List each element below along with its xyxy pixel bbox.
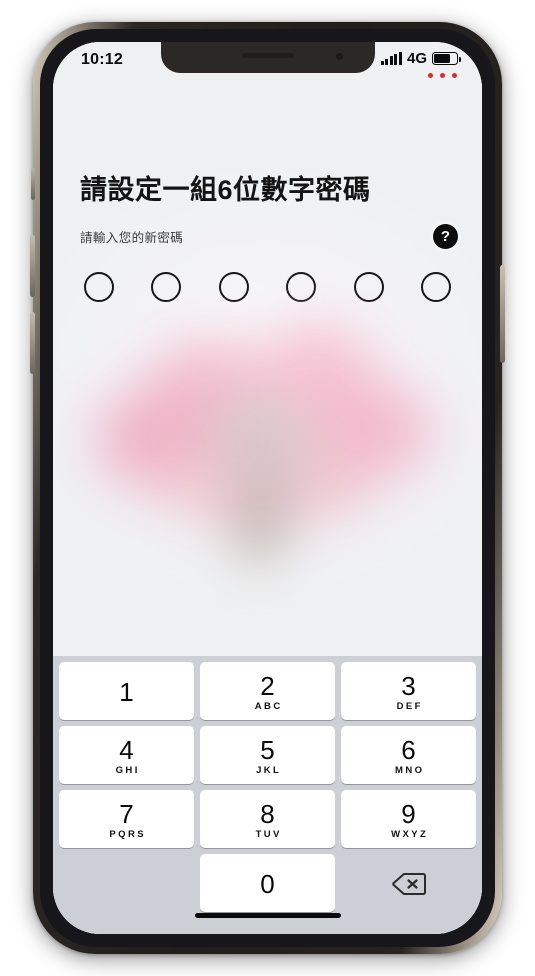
key-blank	[59, 854, 194, 912]
status-bar-time: 10:12	[81, 51, 123, 68]
key-digit: 2	[260, 671, 275, 701]
key-digit: 3	[401, 671, 416, 701]
network-type-label: 4G	[406, 50, 427, 67]
phone-frame: 10:12 4G 請設定一組6位數字密碼 請輸入您的新密碼 ? 1 2 ABC …	[30, 22, 505, 954]
numeric-keypad: 1 2 ABC 3 DEF 4 GHI 5 JKL 6 MNO 7 PQRS 8…	[53, 656, 482, 934]
key-letters: WXYZ	[391, 829, 429, 840]
power-button[interactable]	[500, 265, 505, 363]
pin-entry-dots[interactable]	[84, 272, 451, 302]
keypad-row: 7 PQRS 8 TUV 9 WXYZ	[56, 790, 479, 848]
key-5[interactable]: 5 JKL	[200, 726, 335, 784]
key-digit: 0	[260, 869, 275, 899]
page-title: 請設定一組6位數字密碼	[80, 175, 371, 205]
key-letters: JKL	[256, 765, 282, 776]
battery-icon	[432, 52, 461, 65]
help-icon[interactable]: ?	[433, 224, 458, 249]
earpiece-speaker	[241, 53, 294, 58]
key-digit: 5	[260, 735, 275, 765]
key-letters: GHI	[115, 765, 140, 776]
page-subtitle: 請輸入您的新密碼	[80, 231, 184, 245]
keypad-row: 1 2 ABC 3 DEF	[56, 662, 479, 720]
key-letters: PQRS	[109, 829, 146, 840]
mute-switch-button[interactable]	[31, 168, 35, 200]
screenshot-stage: 10:12 4G 請設定一組6位數字密碼 請輸入您的新密碼 ? 1 2 ABC …	[0, 0, 535, 976]
blurred-illustration	[81, 314, 454, 574]
phone-frame-inner: 10:12 4G 請設定一組6位數字密碼 請輸入您的新密碼 ? 1 2 ABC …	[40, 29, 495, 947]
phone-screen: 10:12 4G 請設定一組6位數字密碼 請輸入您的新密碼 ? 1 2 ABC …	[53, 42, 482, 934]
key-digit: 4	[119, 735, 134, 765]
key-8[interactable]: 8 TUV	[200, 790, 335, 848]
volume-up-button[interactable]	[30, 235, 35, 297]
key-letters: DEF	[396, 701, 423, 712]
key-2[interactable]: 2 ABC	[200, 662, 335, 720]
key-letters: MNO	[395, 765, 425, 776]
key-4[interactable]: 4 GHI	[59, 726, 194, 784]
key-digit: 9	[401, 799, 416, 829]
key-digit: 7	[119, 799, 134, 829]
key-digit: 8	[260, 799, 275, 829]
key-1[interactable]: 1	[59, 662, 194, 720]
key-6[interactable]: 6 MNO	[341, 726, 476, 784]
pin-dot	[151, 272, 182, 302]
keypad-row: 0	[56, 854, 479, 912]
subtitle-row: 請輸入您的新密碼 ?	[80, 224, 458, 249]
pin-dot	[286, 272, 317, 302]
key-7[interactable]: 7 PQRS	[59, 790, 194, 848]
screen-content: 請設定一組6位數字密碼 請輸入您的新密碼 ? 1 2 ABC 3 DEF 4 G…	[53, 84, 482, 934]
volume-down-button[interactable]	[30, 312, 35, 374]
status-bar-indicators: 4G	[380, 50, 461, 78]
pin-dot	[353, 272, 384, 302]
recording-dots-indicator	[428, 73, 457, 78]
pin-dot	[420, 272, 451, 302]
front-camera-icon	[335, 53, 343, 60]
key-digit: 6	[401, 735, 416, 765]
key-3[interactable]: 3 DEF	[341, 662, 476, 720]
display-notch	[160, 42, 375, 73]
pin-dot	[84, 272, 114, 302]
home-indicator[interactable]	[194, 912, 341, 918]
keypad-row: 4 GHI 5 JKL 6 MNO	[56, 726, 479, 784]
key-9[interactable]: 9 WXYZ	[341, 790, 476, 848]
cellular-signal-icon	[380, 51, 402, 65]
pin-dot	[218, 272, 249, 302]
key-letters: TUV	[255, 829, 282, 840]
key-digit: 1	[119, 677, 134, 707]
key-backspace[interactable]	[341, 854, 476, 912]
backspace-icon	[391, 873, 426, 895]
key-0[interactable]: 0	[200, 854, 335, 912]
key-letters: ABC	[254, 701, 283, 712]
